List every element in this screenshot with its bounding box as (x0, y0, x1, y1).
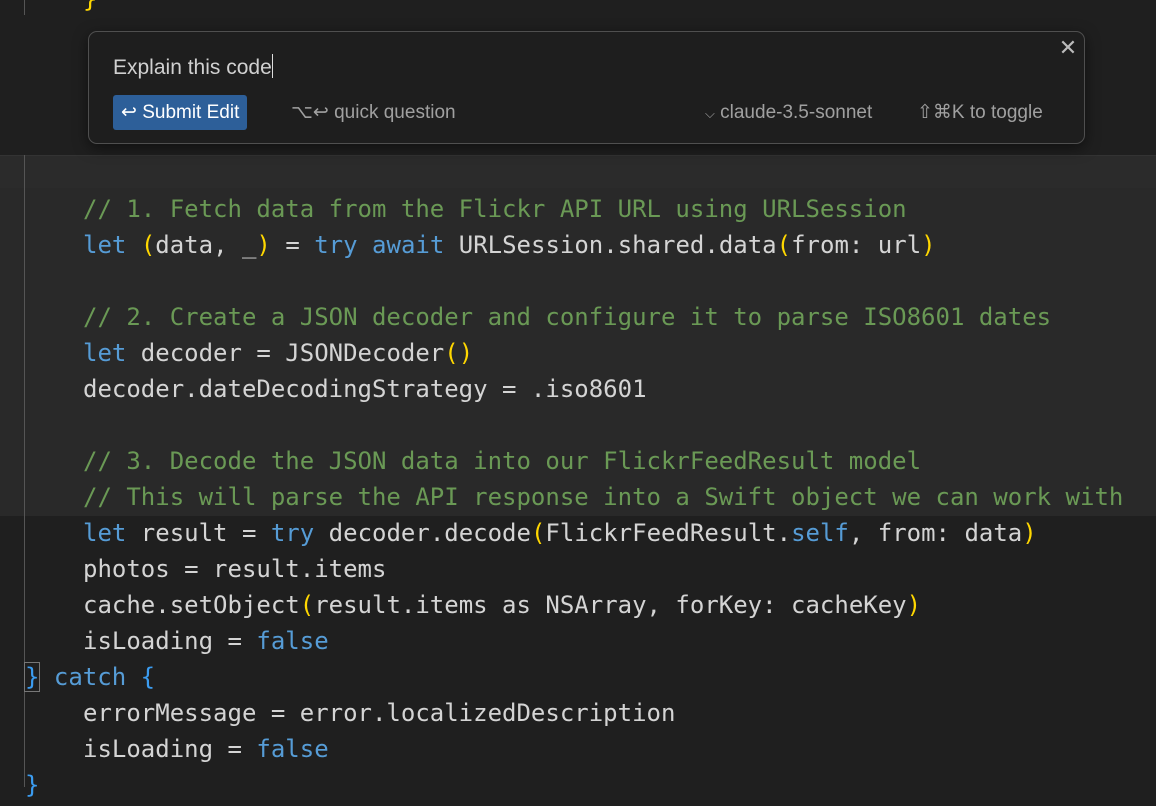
comment-token: // 2. Create a JSON decoder and configur… (83, 303, 1052, 331)
code-token: FlickrFeedResult. (545, 519, 792, 547)
keyword-token: let (83, 519, 127, 547)
code-token: photos = result.items (83, 555, 387, 583)
model-selector[interactable]: ⌵ claude-3.5-sonnet (705, 102, 872, 125)
code-line: // 2. Create a JSON decoder and configur… (83, 299, 1051, 335)
bracket-token: ) (256, 231, 271, 259)
prompt-input[interactable]: Explain this code (113, 54, 273, 80)
bracket-token: () (444, 339, 474, 367)
code-line: // 3. Decode the JSON data into our Flic… (83, 443, 921, 479)
code-line: } catch { (23, 659, 156, 695)
code-token: = (270, 231, 315, 259)
bracket-token: ) (921, 231, 936, 259)
code-token: from: url (791, 231, 922, 259)
text-caret (271, 54, 273, 78)
submit-edit-button[interactable]: ↩ Submit Edit (113, 95, 248, 130)
keyword-token: false (256, 735, 329, 763)
code-line: isLoading = false (83, 623, 329, 659)
comment-token: // This will parse the API response into… (83, 483, 1124, 511)
keyword-token: try (270, 519, 315, 547)
prompt-text: Explain this code (113, 56, 272, 79)
bracket-token: ) (1022, 519, 1037, 547)
code-token: , from: data (848, 519, 1023, 547)
quick-question-hint[interactable]: ⌥↩ quick question (291, 102, 456, 124)
code-token: decoder.dateDecodingStrategy = .iso8601 (83, 375, 647, 403)
keyword-token: self (791, 519, 849, 547)
bracket-token: } (25, 771, 40, 799)
code-line: cache.setObject(result.items as NSArray,… (83, 587, 921, 623)
code-line: errorMessage = error.localizedDescriptio… (83, 695, 675, 731)
bracket-token: ) (906, 591, 922, 619)
keyword-token: false (256, 627, 329, 655)
code-token: decoder.decode (314, 519, 531, 547)
closing-brace: } (83, 0, 97, 13)
code-line: // This will parse the API response into… (83, 479, 1123, 515)
code-line: let decoder = JSONDecoder() (83, 335, 473, 371)
bracket-token: ( (776, 231, 792, 259)
code-line: let result = try decoder.decode(FlickrFe… (83, 515, 1037, 551)
code-token: isLoading = (83, 735, 257, 763)
keyword-token: await (372, 231, 445, 259)
code-line: photos = result.items (83, 551, 386, 587)
quick-question-label: quick question (334, 102, 456, 123)
toggle-hint: ⇧⌘K to toggle (917, 102, 1043, 123)
code-line: let (data, _) = try await URLSession.sha… (83, 227, 936, 263)
bracket-token: { (140, 663, 156, 691)
chevron-down-icon: ⌵ (705, 106, 715, 121)
code-token: result.items as NSArray, forKey: cacheKe… (314, 591, 907, 619)
bracket-token: ( (140, 231, 156, 259)
code-token: cache.setObject (83, 591, 300, 619)
model-name: claude-3.5-sonnet (720, 102, 873, 123)
code-token: errorMessage = error.localizedDescriptio… (83, 699, 676, 727)
code-line: isLoading = false (83, 731, 329, 767)
code-line: // 1. Fetch data from the Flickr API URL… (83, 191, 907, 227)
code-line: decoder.dateDecodingStrategy = .iso8601 (83, 371, 647, 407)
code-token: URLSession.shared.data (444, 231, 777, 259)
return-icon: ↩ (121, 102, 137, 123)
keyword-token: let (83, 339, 127, 367)
code-token: isLoading = (83, 627, 257, 655)
comment-token: // 3. Decode the JSON data into our Flic… (83, 447, 922, 475)
submit-edit-label: Submit Edit (142, 102, 240, 123)
bracket-token: ( (299, 591, 315, 619)
comment-token: // 1. Fetch data from the Flickr API URL… (83, 195, 907, 223)
code-line: } (25, 767, 39, 803)
code-token: data, _ (155, 231, 257, 259)
keyword-token: let (83, 231, 127, 259)
inline-edit-widget: Explain this code ✕ ↩ Submit Edit ⌥↩ qui… (88, 31, 1085, 144)
option-return-icon: ⌥↩ (291, 102, 329, 123)
bracket-token: } (23, 662, 41, 692)
code-token: decoder = JSONDecoder (126, 339, 445, 367)
bracket-token: ( (530, 519, 546, 547)
keyword-token: catch (53, 663, 127, 691)
close-icon[interactable]: ✕ (1057, 37, 1079, 59)
code-token: result = (126, 519, 271, 547)
keyword-token: try (314, 231, 358, 259)
